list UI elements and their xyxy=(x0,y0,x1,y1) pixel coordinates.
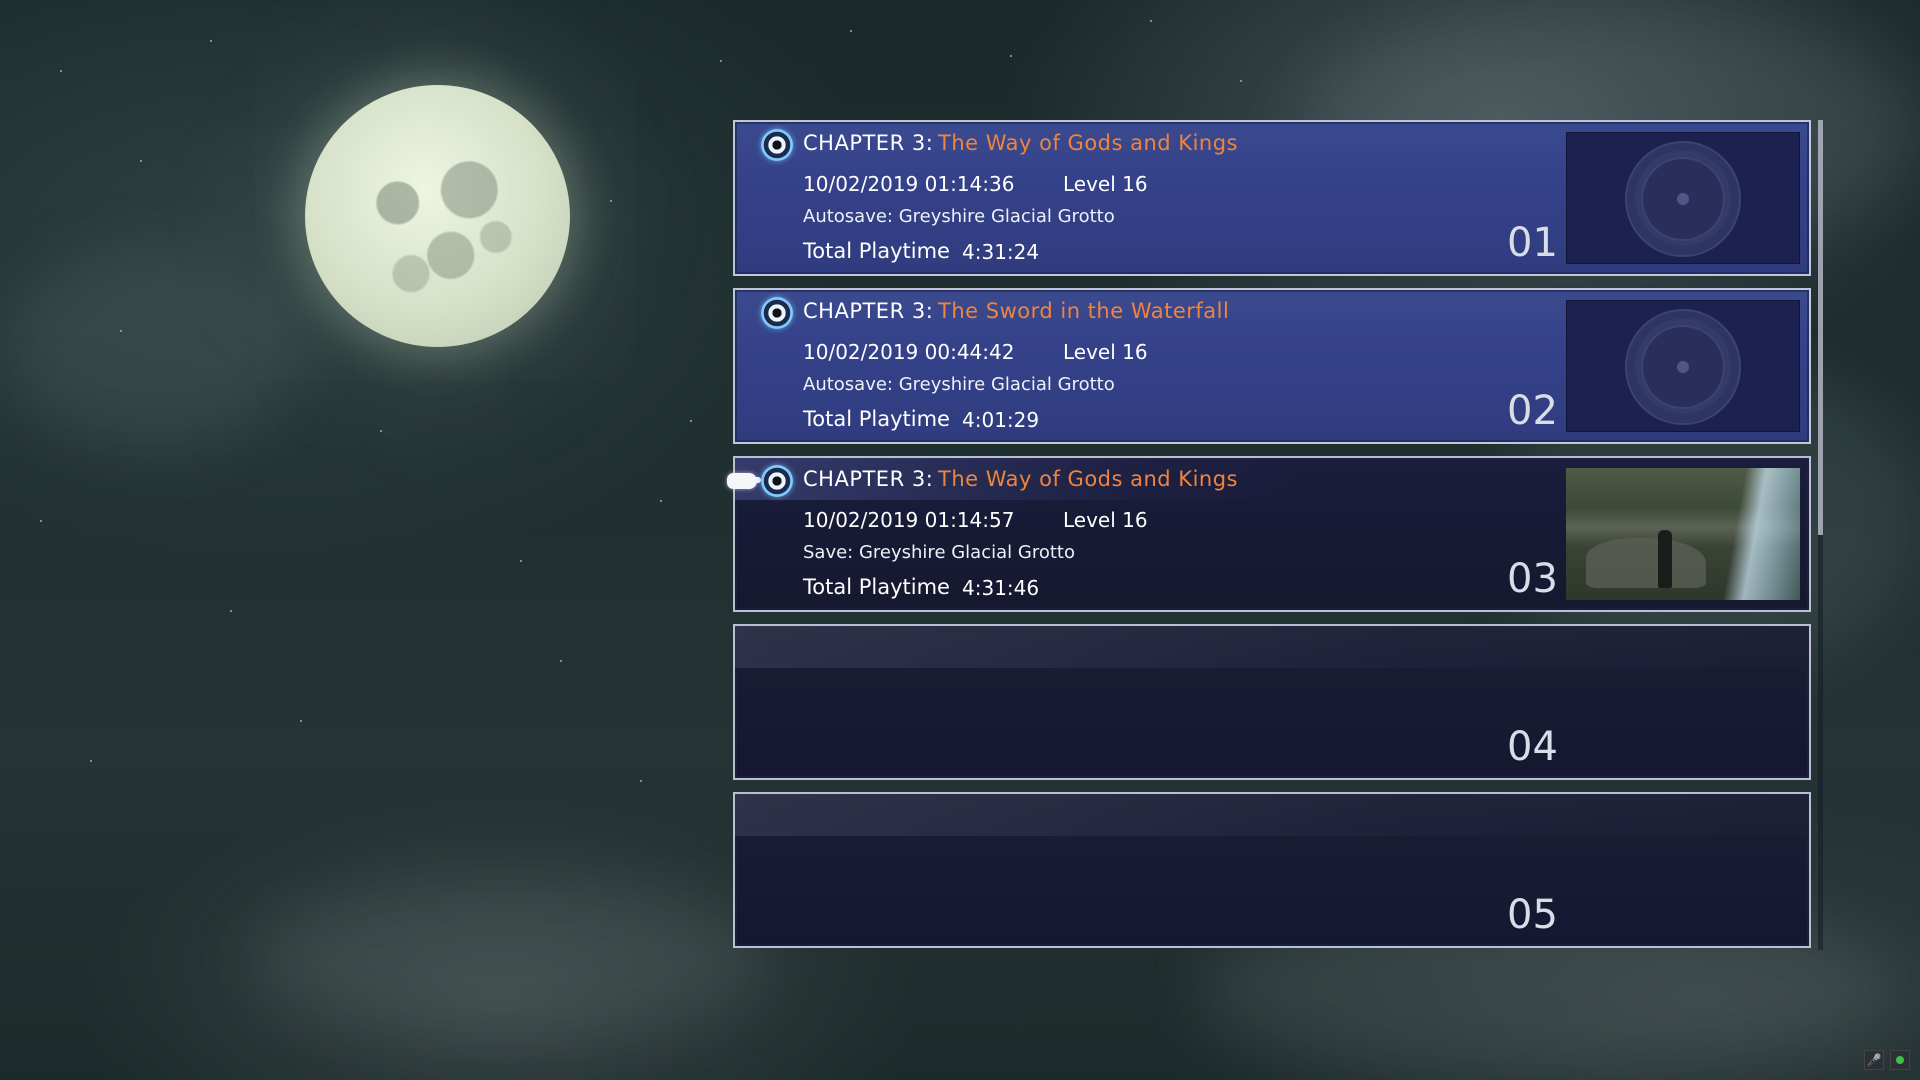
slot-number: 04 xyxy=(1507,724,1558,770)
slot-thumbnail-emblem xyxy=(1566,132,1800,264)
save-slot-01[interactable]: CHAPTER 3: The Way of Gods and Kings 10/… xyxy=(733,120,1811,276)
save-location: Autosave: Greyshire Glacial Grotto xyxy=(803,374,1115,395)
chapter-label: CHAPTER 3: xyxy=(803,131,934,155)
emblem-core xyxy=(1677,193,1689,205)
hand-pointer-icon xyxy=(727,473,761,489)
chapter-label: CHAPTER 3: xyxy=(803,299,934,323)
slot-number: 03 xyxy=(1507,556,1558,602)
chapter-crystal-icon xyxy=(761,297,793,329)
chapter-crystal-icon xyxy=(761,129,793,161)
playtime-value: 4:01:29 xyxy=(962,408,1040,432)
chapter-title: The Way of Gods and Kings xyxy=(938,467,1238,491)
slot-thumbnail-screenshot xyxy=(1566,468,1800,600)
slot-thumbnail-emblem xyxy=(1566,300,1800,432)
slot-number: 05 xyxy=(1507,892,1558,938)
save-datetime: 10/02/2019 00:44:42 xyxy=(803,340,1015,364)
emblem-core xyxy=(1677,361,1689,373)
save-slot-03[interactable]: CHAPTER 3: The Way of Gods and Kings 10/… xyxy=(727,456,1811,612)
character-level: Level 16 xyxy=(1063,340,1148,364)
full-moon xyxy=(305,85,570,347)
slot-header-band xyxy=(735,794,1809,836)
chapter-label: CHAPTER 3: xyxy=(803,467,934,491)
chapter-title: The Way of Gods and Kings xyxy=(938,131,1238,155)
chapter-crystal-icon xyxy=(761,465,793,497)
save-slot-02[interactable]: CHAPTER 3: The Sword in the Waterfall 10… xyxy=(733,288,1811,444)
save-location: Autosave: Greyshire Glacial Grotto xyxy=(803,206,1115,227)
character-level: Level 16 xyxy=(1063,508,1148,532)
chapter-title: The Sword in the Waterfall xyxy=(938,299,1230,323)
save-slot-list: CHAPTER 3: The Way of Gods and Kings 10/… xyxy=(727,120,1811,960)
playtime-label: Total Playtime xyxy=(803,239,950,263)
microphone-icon[interactable]: 🎤 xyxy=(1864,1050,1884,1070)
scene-rock xyxy=(1586,538,1706,588)
slot-number: 01 xyxy=(1507,220,1558,266)
playtime-label: Total Playtime xyxy=(803,407,950,431)
playtime-label: Total Playtime xyxy=(803,575,950,599)
system-tray: 🎤 xyxy=(1864,1050,1910,1070)
playtime-value: 4:31:46 xyxy=(962,576,1040,600)
scrollbar-thumb[interactable] xyxy=(1818,120,1823,535)
slot-number: 02 xyxy=(1507,388,1558,434)
playtime-value: 4:31:24 xyxy=(962,240,1040,264)
status-indicator xyxy=(1896,1056,1904,1064)
scene-character xyxy=(1658,530,1672,588)
status-dot-icon[interactable] xyxy=(1890,1050,1910,1070)
save-slot-05[interactable]: 05 xyxy=(733,792,1811,948)
save-datetime: 10/02/2019 01:14:57 xyxy=(803,508,1015,532)
save-location: Save: Greyshire Glacial Grotto xyxy=(803,542,1075,563)
slot-header-band xyxy=(735,626,1809,668)
save-datetime: 10/02/2019 01:14:36 xyxy=(803,172,1015,196)
save-slot-04[interactable]: 04 xyxy=(733,624,1811,780)
character-level: Level 16 xyxy=(1063,172,1148,196)
